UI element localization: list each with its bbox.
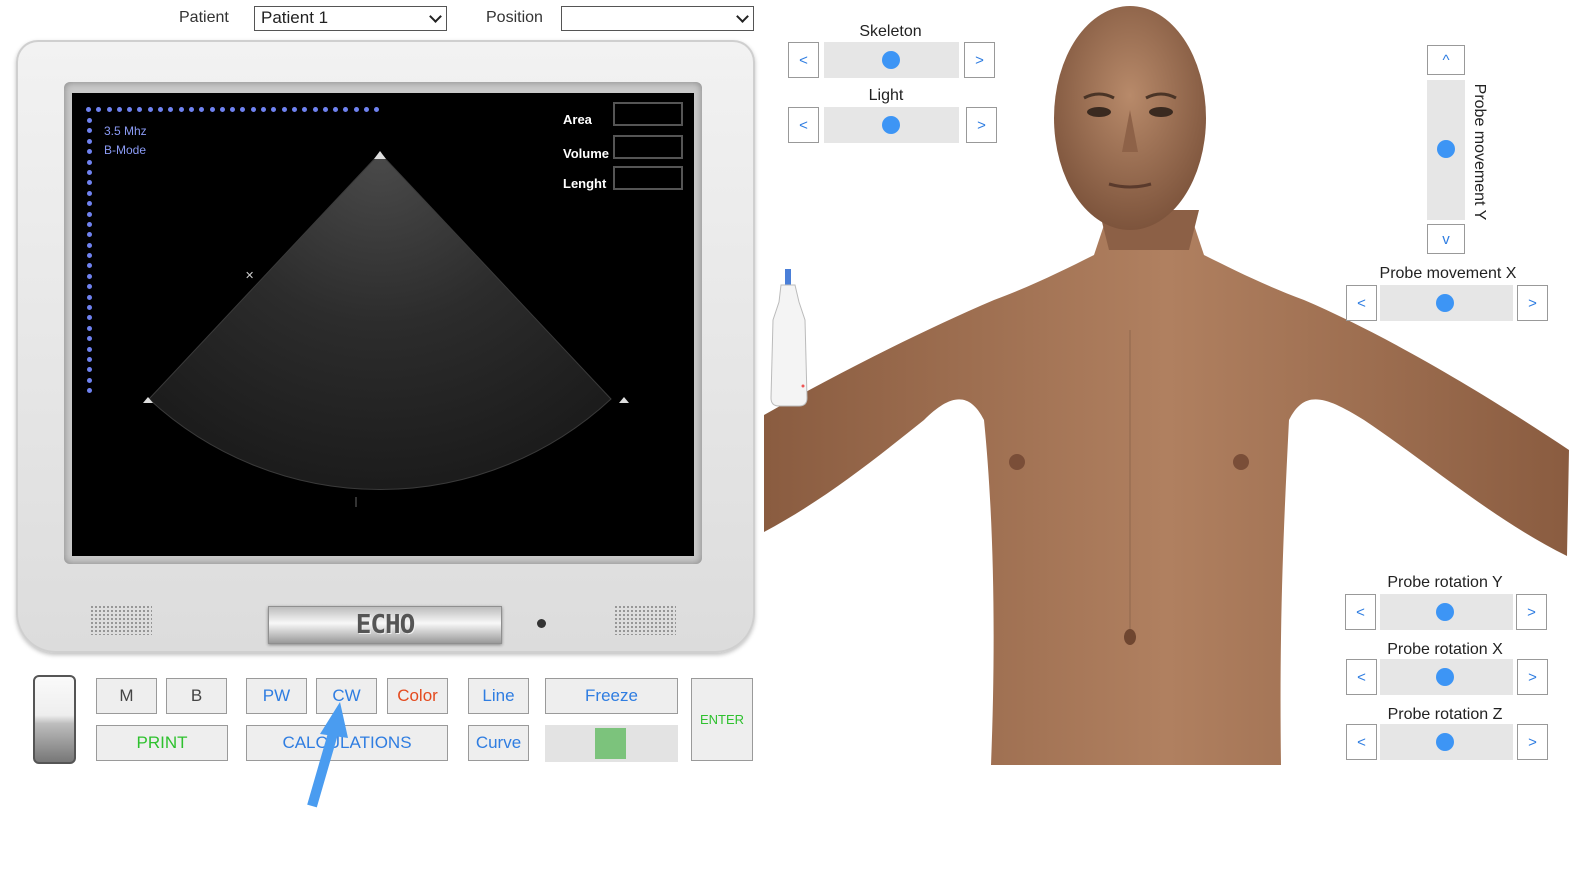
light-prev-button[interactable]: <: [788, 107, 819, 143]
skeleton-prev-button[interactable]: <: [788, 42, 819, 78]
right-speaker: [614, 605, 676, 635]
probe-rotation-x-slider-thumb[interactable]: [1436, 668, 1454, 686]
skeleton-label: Skeleton: [859, 23, 922, 40]
probe-rotation-y-slider[interactable]: [1380, 594, 1513, 630]
freeze-button[interactable]: Freeze: [545, 678, 678, 714]
gel-bottle-icon[interactable]: [767, 266, 813, 410]
echo-logo: ECHO: [355, 610, 416, 640]
b-mode-button[interactable]: B: [166, 678, 227, 714]
skeleton-slider-thumb[interactable]: [882, 51, 900, 69]
caliper-cursor-icon: ✕: [245, 269, 254, 282]
enter-button[interactable]: ENTER: [691, 678, 753, 761]
probe-movement-x-slider-thumb[interactable]: [1436, 294, 1454, 312]
probe-rotation-z-prev-button[interactable]: <: [1346, 724, 1377, 760]
probe-rotation-z-slider-thumb[interactable]: [1436, 733, 1454, 751]
left-speaker: [90, 605, 152, 635]
ultrasound-screen: 3.5 Mhz B-Mode Area Volume Lenght ✕: [72, 93, 694, 556]
probe-rotation-x-next-button[interactable]: >: [1517, 659, 1548, 695]
probe-movement-y-down-button[interactable]: v: [1427, 224, 1465, 254]
probe-rotation-z-label: Probe rotation Z: [1387, 706, 1503, 723]
patient-select[interactable]: Patient 1: [254, 6, 447, 31]
probe-movement-y-slider-thumb[interactable]: [1437, 140, 1455, 158]
patient-select-value: Patient 1: [261, 8, 329, 27]
skeleton-slider[interactable]: [824, 42, 959, 78]
probe-holder[interactable]: [33, 675, 76, 764]
echo-logo-plate: ECHO: [268, 606, 502, 644]
line-button[interactable]: Line: [468, 678, 529, 714]
color-button[interactable]: Color: [387, 678, 448, 714]
m-mode-button[interactable]: M: [96, 678, 157, 714]
pointer-arrow-icon: [307, 702, 348, 808]
chevron-down-icon: [429, 10, 442, 23]
probe-movement-x-label: Probe movement X: [1379, 265, 1517, 282]
probe-movement-x-prev-button[interactable]: <: [1346, 285, 1377, 321]
probe-rotation-z-slider[interactable]: [1380, 724, 1513, 760]
probe-rotation-x-label: Probe rotation X: [1387, 641, 1503, 658]
probe-movement-y-slider[interactable]: [1427, 80, 1465, 220]
light-slider-thumb[interactable]: [882, 116, 900, 134]
chevron-down-icon: [736, 10, 749, 23]
probe-rotation-y-prev-button[interactable]: <: [1345, 594, 1376, 630]
probe-movement-y-label: Probe movement Y: [1471, 83, 1488, 221]
position-select[interactable]: [561, 6, 754, 31]
probe-rotation-y-label: Probe rotation Y: [1387, 574, 1503, 591]
light-slider[interactable]: [824, 107, 959, 143]
probe-rotation-y-slider-thumb[interactable]: [1436, 603, 1454, 621]
probe-movement-x-slider[interactable]: [1380, 285, 1513, 321]
power-indicator: [537, 619, 546, 628]
probe-rotation-y-next-button[interactable]: >: [1516, 594, 1547, 630]
light-next-button[interactable]: >: [966, 107, 997, 143]
probe-rotation-x-slider[interactable]: [1380, 659, 1513, 695]
curve-button[interactable]: Curve: [468, 725, 529, 761]
pw-button[interactable]: PW: [246, 678, 307, 714]
light-label: Light: [868, 87, 904, 104]
freeze-indicator-panel: [545, 725, 678, 762]
probe-rotation-x-prev-button[interactable]: <: [1346, 659, 1377, 695]
skeleton-next-button[interactable]: >: [964, 42, 995, 78]
print-button[interactable]: PRINT: [96, 725, 228, 761]
freeze-indicator-light: [595, 728, 626, 759]
right-edge-marker-icon: [619, 397, 629, 403]
probe-rotation-z-next-button[interactable]: >: [1517, 724, 1548, 760]
patient-label: Patient: [179, 9, 229, 26]
probe-movement-x-next-button[interactable]: >: [1517, 285, 1548, 321]
probe-movement-y-up-button[interactable]: ^: [1427, 45, 1465, 75]
ultrasound-sector-image: ✕: [143, 151, 629, 507]
position-label: Position: [486, 9, 543, 26]
probe-marker-icon: [374, 151, 386, 159]
